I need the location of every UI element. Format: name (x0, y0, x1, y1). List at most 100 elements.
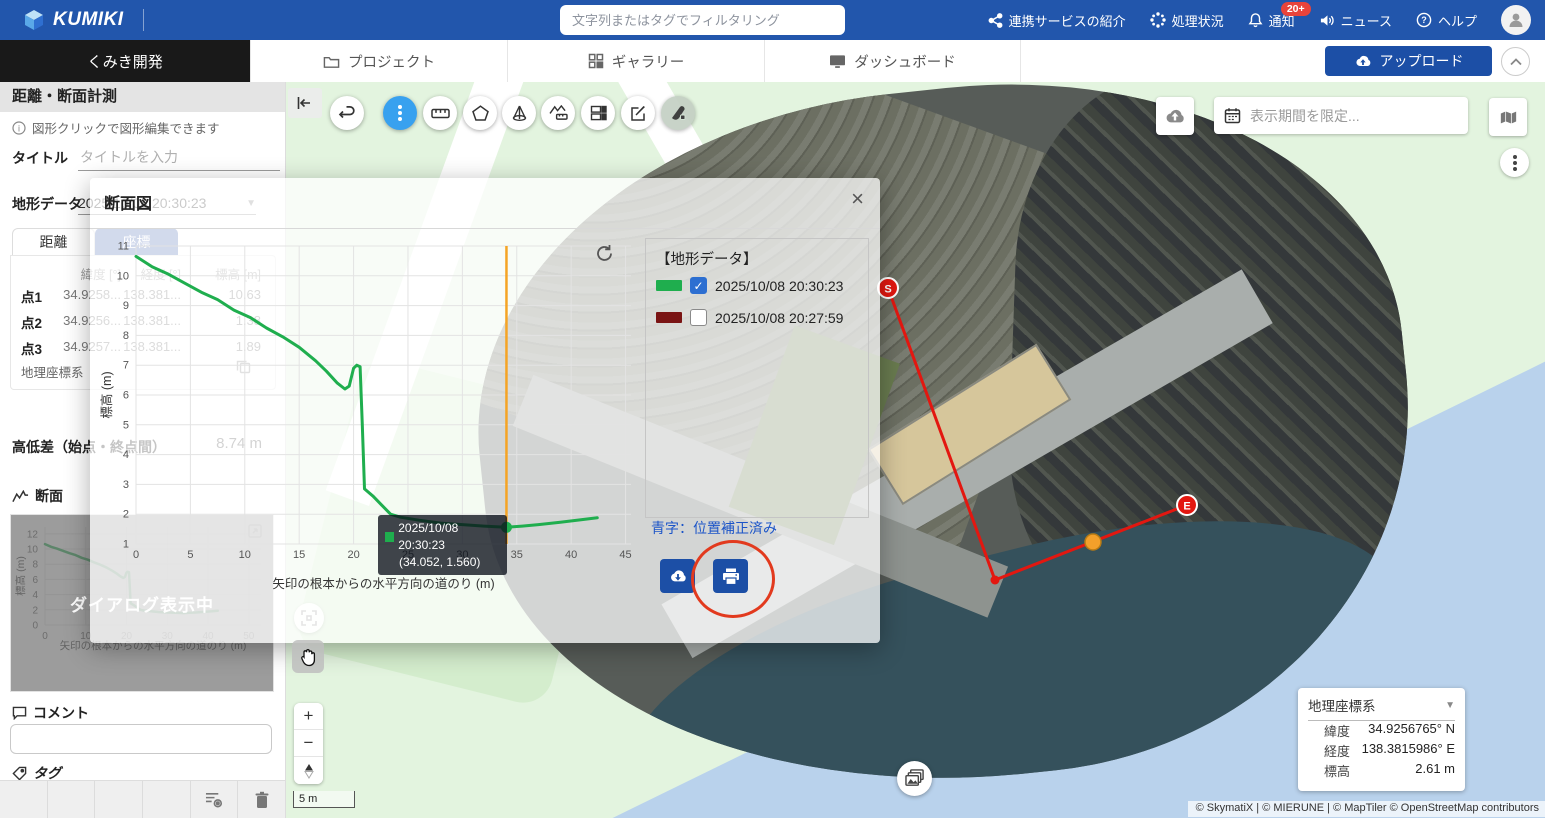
terrain-select-label: 地形データ (12, 194, 82, 214)
svg-text:E: E (1183, 501, 1190, 513)
measure-distance-button[interactable] (423, 96, 457, 130)
edit-shape-button[interactable] (621, 96, 655, 130)
undo-button[interactable] (330, 96, 364, 130)
measure-volume-button[interactable] (502, 96, 536, 130)
coordinate-panel: 地理座標系 ▼ 緯度 34.9256765° N 経度 138.3815986°… (1298, 688, 1465, 791)
report-button[interactable] (581, 96, 615, 130)
series-checkbox[interactable] (690, 277, 707, 294)
menu-kebab-button[interactable] (383, 96, 417, 130)
tab-distance[interactable]: 距離 (12, 228, 95, 255)
kebab-icon (1513, 153, 1517, 173)
crs-dropdown[interactable]: 地理座標系 ▼ (1308, 695, 1455, 721)
measure-area-button[interactable] (463, 96, 497, 130)
end-marker[interactable]: E (1177, 495, 1197, 515)
cone-icon (511, 105, 528, 121)
svg-text:i: i (18, 123, 20, 133)
collapse-panel-button[interactable] (1501, 47, 1530, 76)
edit-pencil-icon (630, 105, 647, 122)
profile-chart-icon (12, 490, 29, 503)
app-header: KUMIKI 連携サービスの紹介 処理状況 (0, 0, 1545, 40)
highlighter-button[interactable] (661, 96, 695, 130)
map-menu-kebab-button[interactable] (1500, 148, 1529, 177)
series-swatch (656, 312, 682, 323)
header-nav: 連携サービスの紹介 処理状況 通知 20+ (988, 0, 1531, 40)
workspace-tabbar: くみき開発 プロジェクト ギャラリー ダッシュボード アップロード (0, 40, 1545, 83)
share-icon (988, 13, 1003, 28)
map-upload-button[interactable] (1156, 97, 1194, 135)
svg-text:標高 (m): 標高 (m) (100, 371, 114, 418)
workspace-tab[interactable]: くみき開発 (0, 40, 250, 82)
zoom-in-button[interactable]: + (294, 703, 323, 730)
person-icon (1506, 10, 1526, 30)
svg-text:40: 40 (565, 549, 577, 561)
cursor-position-dot[interactable] (1085, 534, 1101, 550)
nav-services[interactable]: 連携サービスの紹介 (988, 11, 1126, 30)
photos-button[interactable] (897, 761, 932, 796)
measurement-line[interactable] (888, 288, 1187, 580)
nav-help[interactable]: ? ヘルプ (1416, 11, 1477, 30)
close-icon[interactable]: × (851, 188, 864, 210)
terrain-legend: 【地形データ】 2025/10/08 20:30:23 2025/10/08 2… (645, 238, 869, 518)
legend-item: 2025/10/08 20:27:59 (656, 309, 843, 326)
svg-text:S: S (884, 284, 891, 296)
cloud-upload-icon (1354, 54, 1372, 68)
section-chart-dialog: 断面図 × 0510152025303540451234567891011矢印の… (90, 178, 880, 643)
measure-section-button[interactable] (541, 96, 575, 130)
tab-gallery[interactable]: ギャラリー (507, 40, 764, 82)
svg-text:4: 4 (123, 449, 129, 461)
title-input[interactable] (78, 144, 280, 171)
compass-needle-icon (304, 763, 314, 779)
report-layout-icon (590, 105, 607, 121)
svg-text:?: ? (1421, 15, 1427, 25)
nav-processing[interactable]: 処理状況 (1150, 11, 1224, 30)
date-filter-input[interactable]: 表示期間を限定... (1214, 97, 1468, 134)
nav-notifications[interactable]: 通知 20+ (1248, 11, 1295, 30)
edit-hint: i 図形クリックで図形編集できます (12, 118, 220, 137)
svg-text:15: 15 (293, 549, 305, 561)
refresh-button[interactable] (595, 244, 614, 263)
dialog-divider (90, 228, 880, 229)
compass-button[interactable] (294, 757, 323, 784)
toolbar-cell (0, 781, 48, 818)
upload-button[interactable]: アップロード (1325, 46, 1492, 76)
tab-dashboard[interactable]: ダッシュボード (764, 40, 1021, 82)
logo-text: KUMIKI (53, 9, 124, 31)
nav-news[interactable]: ニュース (1319, 11, 1392, 30)
speaker-icon (1319, 13, 1335, 28)
annotation-circle (691, 540, 775, 618)
svg-text:5: 5 (187, 549, 193, 561)
app-root: KUMIKI 連携サービスの紹介 処理状況 (0, 0, 1545, 818)
svg-text:10: 10 (117, 270, 129, 282)
kumiki-logo[interactable]: KUMIKI (22, 8, 144, 32)
svg-text:矢印の根本からの水平方向の道のり (m): 矢印の根本からの水平方向の道のり (m) (272, 576, 494, 591)
zoom-control: + − (294, 703, 323, 784)
list-eye-icon (204, 791, 225, 809)
search-input[interactable] (560, 5, 845, 35)
collapse-sidebar-button[interactable] (288, 88, 322, 118)
user-avatar[interactable] (1501, 5, 1531, 35)
start-marker[interactable]: S (878, 278, 898, 298)
sidebar-title: 距離・断面計測 (0, 82, 285, 112)
hand-icon (299, 647, 318, 667)
svg-text:10: 10 (239, 549, 251, 561)
section-heading: 断面 (12, 486, 63, 506)
delete-button[interactable] (238, 781, 285, 818)
svg-text:1: 1 (123, 539, 129, 551)
download-button[interactable] (660, 559, 695, 593)
bell-icon (1248, 12, 1263, 28)
basemap-button[interactable] (1489, 98, 1527, 136)
series-checkbox[interactable] (690, 309, 707, 326)
tab-projects[interactable]: プロジェクト (250, 40, 507, 82)
svg-text:8: 8 (123, 330, 129, 342)
comment-input[interactable] (10, 724, 272, 754)
dialog-title: 断面図 (104, 190, 152, 214)
zoom-out-button[interactable]: − (294, 730, 323, 757)
measurement-vertex[interactable] (991, 576, 1000, 585)
svg-text:7: 7 (123, 360, 129, 372)
svg-text:11: 11 (118, 241, 129, 253)
crs-label: 地理座標系 (21, 362, 84, 381)
series-swatch (656, 280, 682, 291)
sidebar-bottom-toolbar (0, 780, 285, 818)
map-attribution: © SkymatiX | © MIERUNE | © MapTiler © Op… (1188, 801, 1545, 817)
visibility-list-button[interactable] (191, 781, 239, 818)
